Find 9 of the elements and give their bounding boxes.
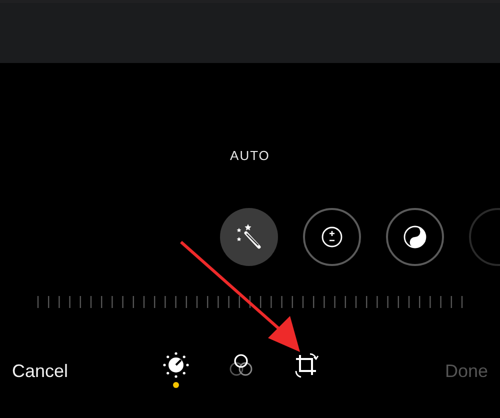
- selected-dot: [172, 382, 178, 388]
- adjustment-label: AUTO: [230, 148, 270, 165]
- yin-yang-icon: [403, 225, 427, 249]
- adjust-dial-icon: [162, 351, 190, 379]
- exposure-icon: [321, 226, 343, 248]
- adjust-tool-button[interactable]: [303, 208, 361, 266]
- cancel-button[interactable]: Cancel: [12, 360, 68, 382]
- ruler-drawing[interactable]: [37, 295, 465, 309]
- adjust-tool-button[interactable]: [386, 208, 444, 266]
